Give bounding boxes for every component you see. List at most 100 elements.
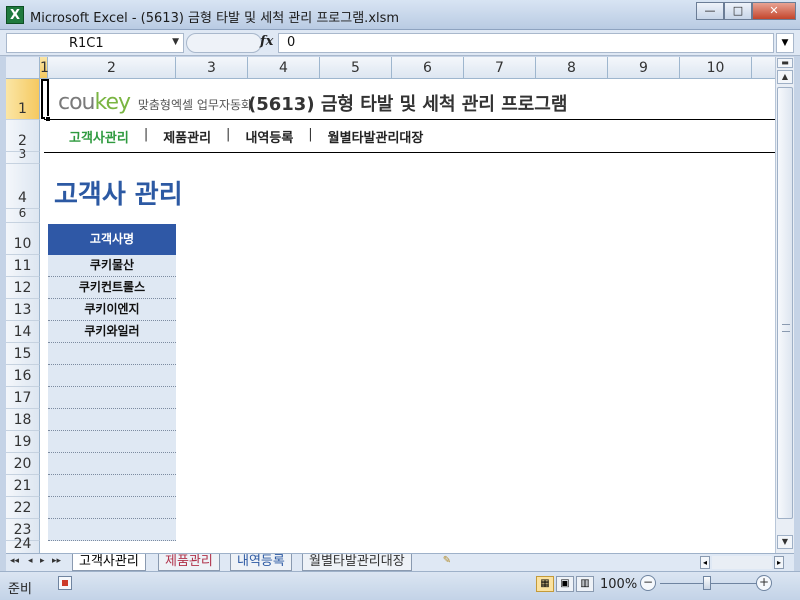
row-number: 4 xyxy=(18,190,27,206)
table-row[interactable] xyxy=(48,453,176,475)
name-box[interactable]: R1C1 ▼ xyxy=(6,33,184,53)
column-header[interactable]: 5 xyxy=(320,57,392,79)
select-all-corner[interactable] xyxy=(6,57,40,79)
scroll-left-icon[interactable]: ◂ xyxy=(700,556,710,569)
page-break-view-icon[interactable]: ▥ xyxy=(576,576,594,592)
title-bar: X Microsoft Excel - (5613) 금형 타발 및 세척 관리… xyxy=(0,0,800,30)
minimize-button[interactable]: — xyxy=(696,2,724,20)
row-header[interactable]: 14 xyxy=(6,321,40,343)
nav-link-entries[interactable]: 내역등록 xyxy=(242,127,296,146)
row-header[interactable]: 15 xyxy=(6,343,40,365)
record-macro-icon[interactable] xyxy=(58,576,72,590)
column-header[interactable]: 7 xyxy=(464,57,536,79)
table-row[interactable]: 쿠키컨트롤스 xyxy=(48,277,176,299)
column-header[interactable]: 3 xyxy=(176,57,248,79)
nav-link-monthly-ledger[interactable]: 월별타발관리대장 xyxy=(325,127,427,146)
row-header[interactable]: 10 xyxy=(6,223,40,255)
worksheet-grid[interactable]: 1 2 3 4 5 6 7 8 9 10 1 2 3 4 6 10 11 12 … xyxy=(6,57,775,553)
scroll-down-icon[interactable]: ▼ xyxy=(777,535,793,549)
column-header[interactable]: 4 xyxy=(248,57,320,79)
row-header[interactable]: 22 xyxy=(6,497,40,519)
zoom-in-icon[interactable]: + xyxy=(756,575,772,591)
maximize-button[interactable]: □ xyxy=(724,2,752,20)
row-header[interactable]: 6 xyxy=(6,206,40,223)
table-row[interactable] xyxy=(48,475,176,497)
row-header[interactable]: 19 xyxy=(6,431,40,453)
scroll-up-icon[interactable]: ▲ xyxy=(777,70,793,84)
row-header[interactable]: 4 xyxy=(6,164,40,209)
table-row[interactable] xyxy=(48,431,176,453)
row-header[interactable]: 11 xyxy=(6,255,40,277)
nav-link-products[interactable]: 제품관리 xyxy=(160,127,214,146)
column-header[interactable]: 1 xyxy=(40,57,49,79)
table-row[interactable] xyxy=(48,343,176,365)
zoom-out-icon[interactable]: − xyxy=(640,575,656,591)
close-button[interactable]: ✕ xyxy=(752,2,796,20)
chevron-down-icon[interactable]: ▼ xyxy=(172,37,179,47)
row-header[interactable]: 13 xyxy=(6,299,40,321)
prev-sheet-icon[interactable]: ◂ xyxy=(28,556,33,566)
page-layout-view-icon[interactable]: ▣ xyxy=(556,576,574,592)
scroll-thumb[interactable] xyxy=(777,87,793,519)
column-header[interactable]: 2 xyxy=(48,57,176,79)
table-row[interactable]: 쿠키물산 xyxy=(48,255,176,277)
excel-app-icon[interactable]: X xyxy=(6,6,24,24)
table-row[interactable] xyxy=(48,365,176,387)
row-number: 10 xyxy=(13,236,32,252)
row-header[interactable]: 18 xyxy=(6,409,40,431)
tab-products[interactable]: 제품관리 xyxy=(158,554,220,571)
column-header[interactable] xyxy=(752,57,775,79)
table-row[interactable] xyxy=(48,497,176,519)
expand-formula-bar-icon[interactable]: ▼ xyxy=(776,33,794,53)
row-number: 18 xyxy=(13,412,32,428)
row-header[interactable]: 21 xyxy=(6,475,40,497)
row-header[interactable]: 24 xyxy=(6,536,40,553)
zoom-slider-thumb[interactable] xyxy=(703,576,711,590)
table-row[interactable]: 쿠키와일러 xyxy=(48,321,176,343)
table-row[interactable] xyxy=(48,519,176,541)
row-header[interactable]: 1 xyxy=(6,79,40,120)
insert-function-icon[interactable]: fx xyxy=(260,34,273,49)
row-header[interactable]: 3 xyxy=(6,147,40,164)
column-header[interactable]: 10 xyxy=(680,57,752,79)
active-cell[interactable] xyxy=(41,79,49,119)
coukey-logo: coukey 맞춤형엑셀 업무자동화 xyxy=(58,90,252,115)
column-header[interactable]: 9 xyxy=(608,57,680,79)
row-header[interactable]: 16 xyxy=(6,365,40,387)
divider xyxy=(44,152,775,153)
row-number: 16 xyxy=(13,368,32,384)
row-header[interactable]: 17 xyxy=(6,387,40,409)
tab-monthly-ledger[interactable]: 월별타발관리대장 xyxy=(302,554,412,571)
vertical-scrollbar[interactable]: ▬ ▲ ▼ xyxy=(775,57,794,553)
nav-separator: | xyxy=(143,127,149,142)
next-sheet-icon[interactable]: ▸ xyxy=(40,556,45,566)
zoom-level[interactable]: 100% xyxy=(600,577,637,592)
table-row[interactable] xyxy=(48,409,176,431)
formula-controls: fx xyxy=(186,33,278,53)
split-handle[interactable]: ▬ xyxy=(777,58,793,68)
horizontal-scrollbar[interactable] xyxy=(712,556,772,569)
table-row[interactable] xyxy=(48,387,176,409)
row-number: 1 xyxy=(18,101,27,117)
nav-link-customers[interactable]: 고객사관리 xyxy=(66,127,132,146)
table-row[interactable]: 쿠키이엔지 xyxy=(48,299,176,321)
row-number: 13 xyxy=(13,302,32,318)
sheet-nav: 고객사관리 | 제품관리 | 내역등록 | 월별타발관리대장 xyxy=(66,127,426,146)
insert-sheet-icon[interactable]: ✎ xyxy=(438,555,456,569)
first-sheet-icon[interactable]: ◂◂ xyxy=(10,556,19,566)
tab-customers[interactable]: 고객사관리 xyxy=(72,554,146,571)
row-number: 17 xyxy=(13,390,32,406)
normal-view-icon[interactable]: ▦ xyxy=(536,576,554,592)
column-header[interactable]: 6 xyxy=(392,57,464,79)
row-header[interactable]: 12 xyxy=(6,277,40,299)
row-number: 24 xyxy=(13,536,32,552)
column-header[interactable]: 8 xyxy=(536,57,608,79)
row-number: 22 xyxy=(13,500,32,516)
scroll-right-icon[interactable]: ▸ xyxy=(774,556,784,569)
row-header[interactable]: 20 xyxy=(6,453,40,475)
formula-input[interactable]: 0 xyxy=(278,33,774,53)
last-sheet-icon[interactable]: ▸▸ xyxy=(52,556,61,566)
logo-brand-suffix: key xyxy=(94,90,132,115)
tab-entries[interactable]: 내역등록 xyxy=(230,554,292,571)
window-controls: — □ ✕ xyxy=(696,2,796,20)
